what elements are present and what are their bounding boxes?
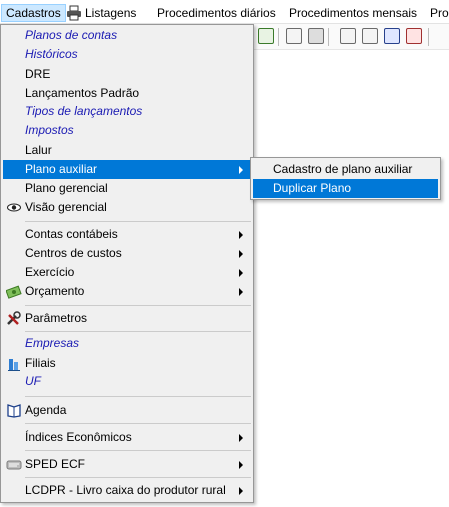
menu-item-contas-contabeis-label: Contas contábeis — [25, 227, 118, 241]
menu-item-lcdpr[interactable]: LCDPR - Livro caixa do produtor rural — [3, 481, 251, 500]
chevron-right-icon — [239, 269, 243, 277]
tools-icon — [7, 311, 21, 325]
menu-item-dre[interactable]: DRE — [3, 65, 251, 84]
menu-item-indices-economicos[interactable]: Índices Econômicos — [3, 428, 251, 447]
money-icon — [6, 285, 22, 299]
menu-item-orcamento[interactable]: Orçamento — [3, 282, 251, 301]
toolbar — [254, 24, 449, 50]
menu-item-empresas[interactable]: Empresas — [3, 334, 251, 353]
menu-procedimentos-diarios[interactable]: Procedimentos diários — [153, 4, 280, 22]
menu-item-planos-de-contas[interactable]: Planos de contas — [3, 26, 251, 45]
pen-icon[interactable] — [362, 28, 378, 44]
menu-item-indices-economicos-label: Índices Econômicos — [25, 430, 132, 444]
menu-item-contas-contabeis[interactable]: Contas contábeis — [3, 225, 251, 244]
menu-separator — [25, 477, 251, 478]
menu-item-parametros-label: Parâmetros — [25, 311, 88, 325]
menu-item-plano-gerencial[interactable]: Plano gerencial — [3, 179, 251, 198]
menu-item-centros-de-custos-label: Centros de custos — [25, 246, 122, 260]
menu-item-exercicio[interactable]: Exercício — [3, 263, 251, 282]
submenu-item-cadastro-de-plano-auxiliar[interactable]: Cadastro de plano auxiliar — [253, 160, 438, 179]
chevron-right-icon — [239, 434, 243, 442]
book-icon — [7, 404, 21, 418]
menu-item-plano-auxiliar[interactable]: Plano auxiliar — [3, 160, 251, 179]
menu-bar: Cadastros Listagens Procedimentos diário… — [0, 0, 449, 24]
building-icon — [8, 359, 20, 371]
chat-icon[interactable] — [286, 28, 302, 44]
chevron-right-icon — [239, 250, 243, 258]
menu-listagens[interactable]: Listagens — [63, 4, 140, 22]
menu-item-sped-ecf[interactable]: SPED ECF — [3, 455, 251, 474]
menu-procedimentos-mensais[interactable]: Procedimentos mensais — [285, 4, 421, 22]
menu-separator — [25, 305, 251, 306]
chevron-right-icon — [239, 231, 243, 239]
chevron-right-icon — [239, 461, 243, 469]
menu-listagens-label: Listagens — [85, 6, 137, 20]
menu-item-agenda[interactable]: Agenda — [3, 401, 251, 420]
toolbar-separator — [278, 28, 279, 46]
menu-item-centros-de-custos[interactable]: Centros de custos — [3, 244, 251, 263]
menu-separator — [25, 331, 251, 332]
tools-icon[interactable] — [406, 28, 422, 44]
menu-item-parametros[interactable]: Parâmetros — [3, 309, 251, 328]
menu-item-filiais[interactable]: Filiais — [3, 354, 251, 373]
toolbar-separator — [328, 28, 329, 46]
menu-item-lcdpr-label: LCDPR - Livro caixa do produtor rural — [25, 483, 226, 497]
menu-cadastros[interactable]: Cadastros — [1, 4, 66, 22]
chevron-right-icon — [239, 166, 243, 174]
menu-item-historicos[interactable]: Históricos — [3, 45, 251, 64]
menu-item-exercicio-label: Exercício — [25, 265, 75, 279]
menu-item-agenda-label: Agenda — [25, 403, 67, 417]
menu-separator — [25, 450, 251, 451]
menu-item-impostos[interactable]: Impostos — [3, 121, 251, 140]
chevron-right-icon — [239, 487, 243, 495]
printer-icon — [67, 5, 81, 21]
calculator-icon[interactable] — [308, 28, 324, 44]
menu-item-visao-gerencial-label: Visão gerencial — [25, 200, 107, 214]
sped-icon — [6, 460, 22, 470]
submenu-item-duplicar-plano[interactable]: Duplicar Plano — [253, 179, 438, 198]
menu-item-uf[interactable]: UF — [3, 372, 251, 391]
menu-item-visao-gerencial[interactable]: Visão gerencial — [3, 198, 251, 217]
eye-icon — [7, 203, 21, 212]
menu-item-lalur[interactable]: Lalur — [3, 141, 251, 160]
toolbar-separator — [428, 28, 429, 46]
menu-item-tipos-de-lancamentos[interactable]: Tipos de lançamentos — [3, 102, 251, 121]
menu-separator — [25, 423, 251, 424]
menu-item-sped-ecf-label: SPED ECF — [25, 457, 86, 471]
menu-item-orcamento-label: Orçamento — [25, 284, 85, 298]
plano-auxiliar-submenu: Cadastro de plano auxiliar Duplicar Plan… — [250, 157, 441, 200]
table-icon[interactable] — [258, 28, 274, 44]
menu-item-filiais-label: Filiais — [25, 356, 56, 370]
menu-proc-truncated[interactable]: Proc — [426, 4, 449, 22]
cadastros-menu: Planos de contas Históricos DRE Lançamen… — [0, 24, 254, 503]
menu-item-lancamentos-padrao[interactable]: Lançamentos Padrão — [3, 84, 251, 103]
book-icon[interactable] — [384, 28, 400, 44]
document-icon[interactable] — [340, 28, 356, 44]
menu-separator — [25, 396, 251, 397]
menu-separator — [25, 221, 251, 222]
menu-item-plano-auxiliar-label: Plano auxiliar — [25, 162, 98, 176]
chevron-right-icon — [239, 288, 243, 296]
